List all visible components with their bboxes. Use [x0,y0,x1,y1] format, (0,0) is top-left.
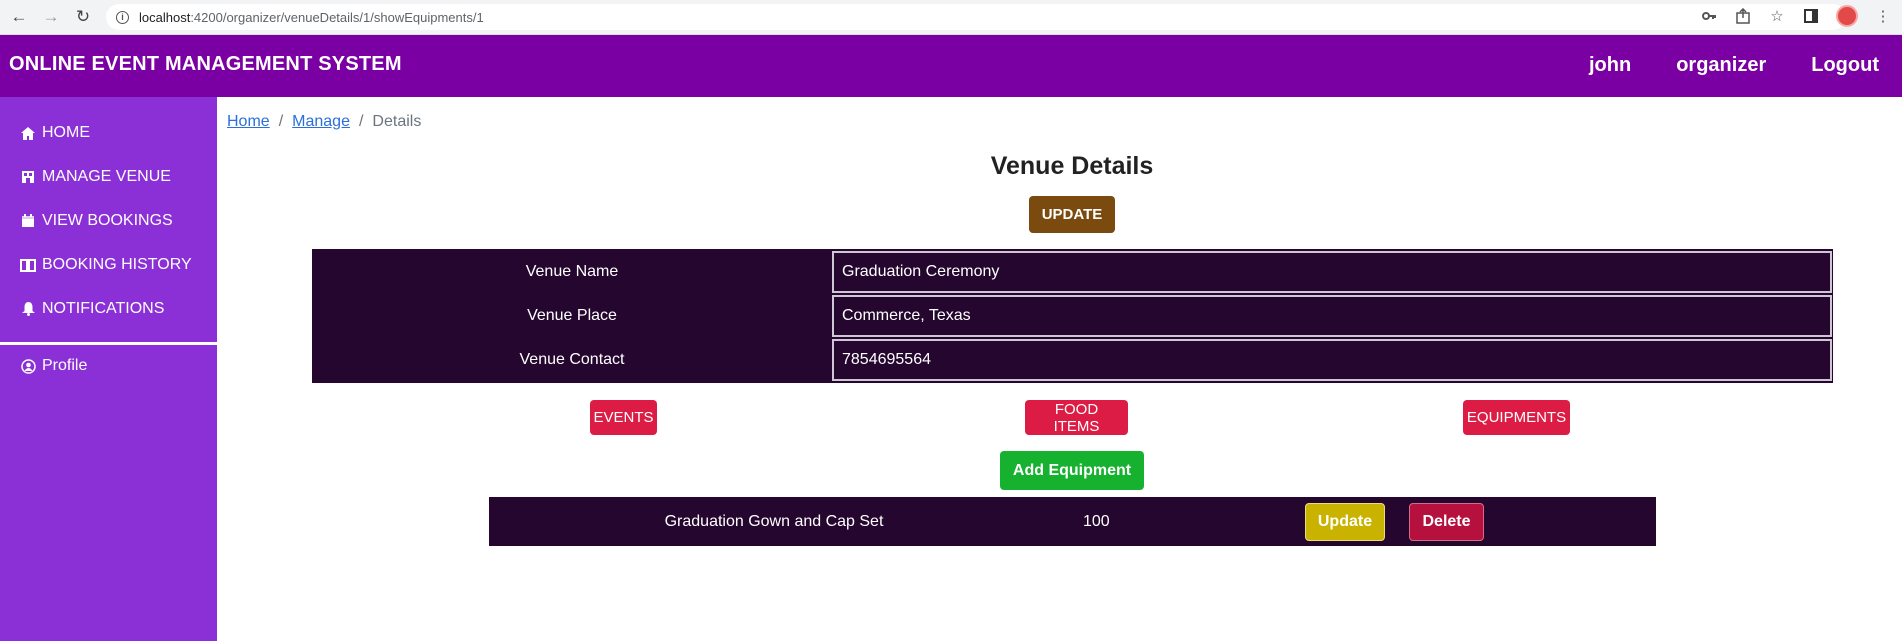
breadcrumb-manage[interactable]: Manage [292,113,350,131]
breadcrumb-separator: / [358,113,364,130]
update-venue-button[interactable]: UPDATE [1029,196,1115,233]
sidebar-item-booking-history[interactable]: BOOKING HISTORY [20,256,192,274]
breadcrumb-separator: / [278,113,284,130]
venue-place-value: Commerce, Texas [832,295,1832,337]
update-equipment-button[interactable]: Update [1305,503,1385,541]
sidebar-item-label: HOME [42,124,90,141]
bell-icon [20,301,36,317]
sidebar-item-view-bookings[interactable]: VIEW BOOKINGS [20,212,173,230]
equipments-button[interactable]: EQUIPMENTS [1463,400,1570,435]
equipment-name: Graduation Gown and Cap Set [664,513,884,530]
sidepanel-icon[interactable] [1802,5,1820,27]
sidebar-item-home[interactable]: HOME [20,124,90,142]
back-icon[interactable]: ← [6,4,32,30]
breadcrumb-home[interactable]: Home [227,113,270,131]
reload-icon[interactable]: ↻ [70,4,96,30]
url-host: localhost [139,9,191,25]
venue-contact-value: 7854695564 [832,339,1832,381]
url-path: :4200/organizer/venueDetails/1/showEquip… [190,9,484,25]
logout-link[interactable]: Logout [1811,54,1879,77]
food-items-button[interactable]: FOOD ITEMS [1025,400,1128,435]
header-nav: john organizer Logout [1567,54,1902,77]
venue-name-label: Venue Name [525,263,619,280]
share-icon[interactable] [1734,5,1752,27]
forward-icon[interactable]: → [38,4,64,30]
sidebar-item-profile[interactable]: Profile [20,357,87,375]
user-circle-icon [20,358,36,374]
sidebar-item-label: NOTIFICATIONS [42,300,165,317]
venue-details-table: Venue Name Graduation Ceremony Venue Pla… [312,249,1833,383]
sidebar-item-label: Profile [42,357,88,374]
page-title: Venue Details [990,152,1154,180]
equipment-quantity: 100 [1083,513,1110,530]
app-title: ONLINE EVENT MANAGEMENT SYSTEM [9,53,402,75]
sidebar-item-label: VIEW BOOKINGS [42,212,173,229]
user-link[interactable]: john [1589,54,1631,77]
sidebar-item-label: BOOKING HISTORY [42,256,192,273]
sidebar-divider [0,342,217,345]
home-icon [20,125,36,141]
calendar-icon [20,213,36,229]
table-row: Venue Name Graduation Ceremony [312,251,1833,295]
sidebar-item-notifications[interactable]: NOTIFICATIONS [20,300,164,318]
app-header: ONLINE EVENT MANAGEMENT SYSTEM john orga… [0,35,1902,97]
add-equipment-button[interactable]: Add Equipment [1000,451,1144,490]
venue-name-value: Graduation Ceremony [832,251,1832,293]
venue-contact-label: Venue Contact [519,351,625,368]
profile-avatar[interactable] [1836,5,1858,27]
star-icon[interactable]: ☆ [1768,5,1786,27]
venue-place-label: Venue Place [527,307,617,324]
browser-actions: ☆ ⋮ [1700,5,1892,27]
events-button[interactable]: EVENTS [590,400,657,435]
role-link[interactable]: organizer [1676,54,1766,77]
menu-icon[interactable]: ⋮ [1874,5,1892,27]
delete-equipment-button[interactable]: Delete [1409,503,1484,541]
table-row: Venue Place Commerce, Texas [312,295,1833,339]
address-bar[interactable]: i localhost:4200/organizer/venueDetails/… [106,4,1846,30]
breadcrumb: Home / Manage / Details [227,113,421,131]
info-icon[interactable]: i [116,10,129,24]
breadcrumb-current: Details [372,113,422,130]
browser-toolbar: ← → ↻ i localhost:4200/organizer/venueDe… [0,0,1902,35]
book-icon [20,257,36,273]
key-icon[interactable] [1700,5,1718,27]
table-row: Venue Contact 7854695564 [312,339,1833,383]
url-text: localhost:4200/organizer/venueDetails/1/… [139,10,484,25]
